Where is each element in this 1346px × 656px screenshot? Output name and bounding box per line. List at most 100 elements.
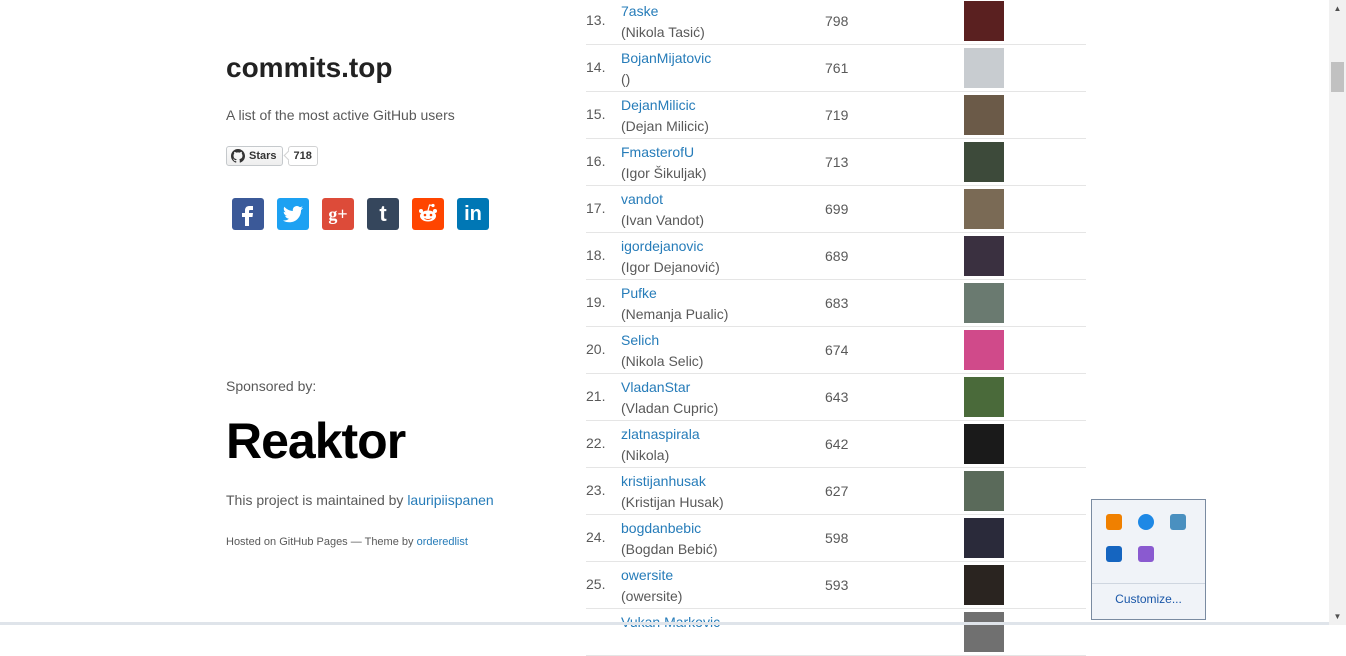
network-icon[interactable] (1170, 514, 1186, 530)
user-rank: 13. (586, 12, 606, 28)
user-avatar[interactable] (964, 189, 1004, 229)
user-login-link[interactable]: DejanMilicic (621, 97, 696, 113)
tray-divider (1092, 583, 1205, 584)
table-row: 14. BojanMijatovic () 761 (586, 45, 1086, 92)
user-login-link[interactable]: kristijanhusak (621, 473, 706, 489)
user-avatar[interactable] (964, 518, 1004, 558)
user-avatar[interactable] (964, 95, 1004, 135)
user-avatar[interactable] (964, 48, 1004, 88)
scroll-thumb[interactable] (1331, 62, 1344, 92)
user-login-link[interactable]: BojanMijatovic (621, 50, 711, 66)
table-row: 20. Selich (Nikola Selic) 674 (586, 327, 1086, 374)
user-full-name: () (621, 71, 631, 87)
scroll-down-arrow-icon[interactable]: ▼ (1329, 608, 1346, 625)
user-full-name: (Nikola Selic) (621, 353, 704, 369)
commit-count: 642 (825, 436, 849, 452)
linkedin-share-icon[interactable]: in (457, 198, 489, 230)
tray-icon-grid (1106, 514, 1196, 578)
reaktor-logo[interactable]: Reaktor (226, 412, 428, 469)
hosted-text: Hosted on GitHub Pages — Theme by ordere… (226, 536, 468, 548)
table-row: 22. zlatnaspirala (Nikola) 642 (586, 421, 1086, 468)
user-avatar[interactable] (964, 471, 1004, 511)
commit-count: 689 (825, 248, 849, 264)
user-avatar[interactable] (964, 142, 1004, 182)
user-rank: 18. (586, 247, 606, 263)
scroll-up-arrow-icon[interactable]: ▲ (1329, 0, 1346, 17)
table-row: 23. kristijanhusak (Kristijan Husak) 627 (586, 468, 1086, 515)
user-login-link[interactable]: 7aske (621, 3, 658, 19)
table-row: 25. owersite (owersite) 593 (586, 562, 1086, 609)
table-row: 17. vandot (Ivan Vandot) 699 (586, 186, 1086, 233)
user-rank: 17. (586, 200, 606, 216)
user-full-name: (Igor Šikuljak) (621, 165, 707, 181)
maintainer-link[interactable]: lauripiispanen (407, 492, 493, 508)
user-full-name: (Bogdan Bebić) (621, 541, 718, 557)
user-login-link[interactable]: bogdanbebic (621, 520, 701, 536)
table-row: 21. VladanStar (Vladan Cupric) 643 (586, 374, 1086, 421)
user-rank: 14. (586, 59, 606, 75)
stars-label: Stars (249, 150, 277, 162)
user-avatar[interactable] (964, 424, 1004, 464)
user-full-name: (Kristijan Husak) (621, 494, 724, 510)
bluetooth-icon[interactable] (1106, 546, 1122, 562)
user-full-name: (Igor Dejanović) (621, 259, 720, 275)
table-row: 16. FmasterofU (Igor Šikuljak) 713 (586, 139, 1086, 186)
user-full-name: (Dejan Milicic) (621, 118, 709, 134)
user-rank: 15. (586, 106, 606, 122)
user-avatar[interactable] (964, 236, 1004, 276)
table-row: Vukan Markovic (586, 609, 1086, 656)
commit-count: 683 (825, 295, 849, 311)
github-icon (231, 149, 245, 163)
user-avatar[interactable] (964, 612, 1004, 652)
commit-count: 627 (825, 483, 849, 499)
commit-count: 643 (825, 389, 849, 405)
table-row: 19. Pufke (Nemanja Pualic) 683 (586, 280, 1086, 327)
social-share-bar: g+ t in (232, 198, 502, 230)
user-login-link[interactable]: igordejanovic (621, 238, 704, 254)
commit-count: 593 (825, 577, 849, 593)
user-login-link[interactable]: Selich (621, 332, 659, 348)
user-rank: 20. (586, 341, 606, 357)
user-rank: 23. (586, 482, 606, 498)
vlc-icon[interactable] (1106, 514, 1122, 530)
commit-count: 699 (825, 201, 849, 217)
user-login-link[interactable]: zlatnaspirala (621, 426, 700, 442)
user-avatar[interactable] (964, 283, 1004, 323)
pen-icon[interactable] (1138, 546, 1154, 562)
site-title[interactable]: commits.top (226, 52, 392, 84)
svg-text:Reaktor: Reaktor (226, 413, 406, 464)
stars-count[interactable]: 718 (287, 146, 318, 166)
google-plus-share-icon[interactable]: g+ (322, 198, 354, 230)
user-full-name: (Ivan Vandot) (621, 212, 705, 228)
reddit-share-icon[interactable] (412, 198, 444, 230)
sync-icon[interactable] (1138, 514, 1154, 530)
sponsored-by-label: Sponsored by: (226, 378, 317, 394)
user-login-link[interactable]: vandot (621, 191, 663, 207)
user-login-link[interactable]: Pufke (621, 285, 657, 301)
maintained-by-text: This project is maintained by lauripiisp… (226, 492, 494, 508)
user-full-name: (Nikola Tasić) (621, 24, 705, 40)
twitter-share-icon[interactable] (277, 198, 309, 230)
commit-count: 674 (825, 342, 849, 358)
commit-count: 598 (825, 530, 849, 546)
vertical-scrollbar[interactable]: ▲ ▼ (1329, 0, 1346, 625)
tumblr-share-icon[interactable]: t (367, 198, 399, 230)
table-row: 18. igordejanovic (Igor Dejanović) 689 (586, 233, 1086, 280)
user-login-link[interactable]: VladanStar (621, 379, 690, 395)
user-rank: 16. (586, 153, 606, 169)
github-star-button[interactable]: Stars (226, 146, 283, 166)
user-avatar[interactable] (964, 565, 1004, 605)
facebook-share-icon[interactable] (232, 198, 264, 230)
customize-link[interactable]: Customize... (1092, 592, 1205, 606)
user-avatar[interactable] (964, 330, 1004, 370)
user-avatar[interactable] (964, 377, 1004, 417)
theme-author-link[interactable]: orderedlist (417, 536, 468, 548)
user-login-link[interactable]: FmasterofU (621, 144, 694, 160)
user-full-name: (Nemanja Pualic) (621, 306, 729, 322)
user-rank: 21. (586, 388, 606, 404)
user-avatar[interactable] (964, 1, 1004, 41)
user-login-link[interactable]: owersite (621, 567, 673, 583)
user-full-name: (owersite) (621, 588, 683, 604)
commit-count: 761 (825, 60, 849, 76)
commit-count: 798 (825, 13, 849, 29)
